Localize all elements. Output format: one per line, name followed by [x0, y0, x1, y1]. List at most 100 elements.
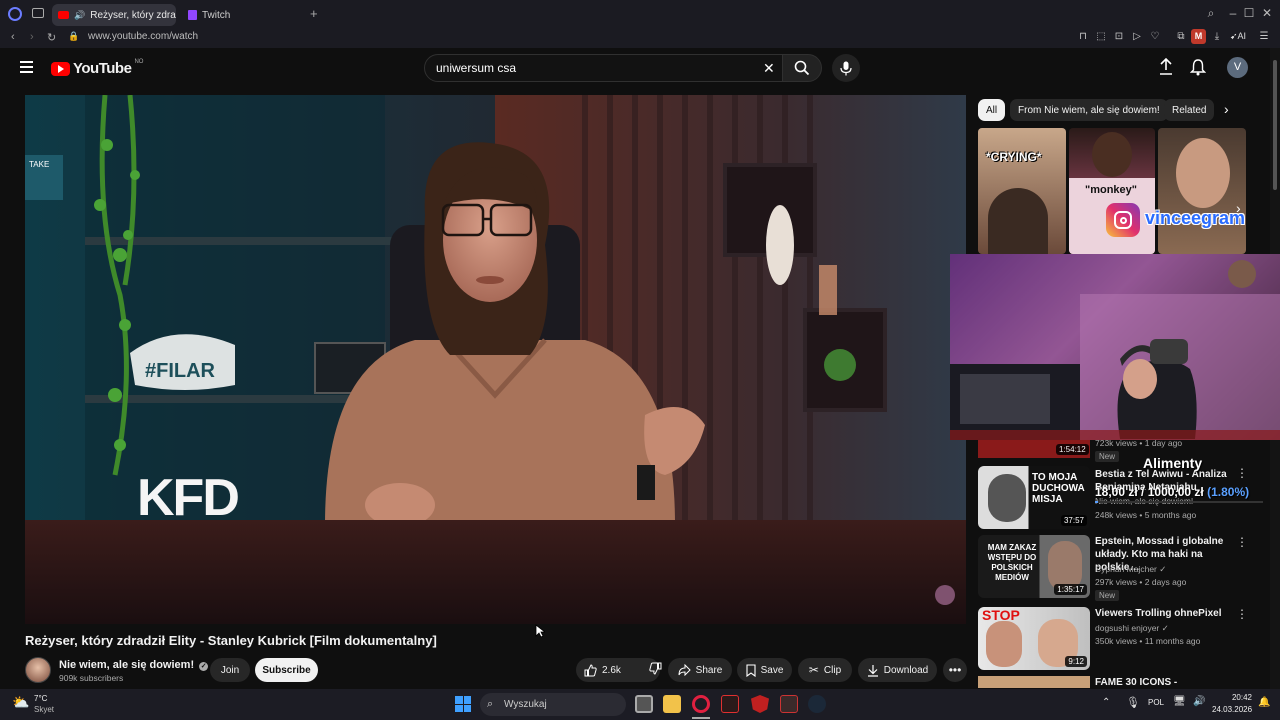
- hamburger-menu-icon[interactable]: [20, 61, 33, 73]
- notifications-bell-icon[interactable]: [1189, 58, 1207, 81]
- subscribe-button[interactable]: Subscribe: [255, 658, 318, 682]
- rec-meta: 350k views • 11 months ago: [1095, 636, 1201, 646]
- account-avatar[interactable]: V: [1227, 57, 1248, 78]
- overlay-panel-face: [1158, 128, 1246, 254]
- opera-gx-icon[interactable]: [692, 695, 710, 713]
- play-icon[interactable]: ▷: [1130, 31, 1144, 42]
- weather-icon[interactable]: ⛅: [12, 694, 29, 711]
- ai-label: AI: [1237, 31, 1247, 41]
- file-explorer-icon[interactable]: [663, 695, 681, 713]
- heart-icon[interactable]: ♡: [1148, 31, 1162, 42]
- logo-text: YouTube: [73, 60, 132, 77]
- upload-icon[interactable]: [1158, 57, 1174, 81]
- bookmark-icon: [746, 663, 756, 677]
- search-icon: [794, 60, 810, 76]
- thumbs-down-icon: [649, 662, 662, 675]
- new-tab-button[interactable]: +: [310, 6, 318, 21]
- tab-twitch[interactable]: Twitch: [182, 4, 302, 26]
- rec-meta: 723k views • 1 day ago: [1095, 438, 1183, 448]
- tab-island-icon[interactable]: [32, 8, 44, 18]
- reload-icon[interactable]: ↻: [47, 31, 56, 44]
- clip-button[interactable]: ✂ Clip: [798, 658, 852, 682]
- close-window-button[interactable]: ✕: [1258, 6, 1276, 20]
- clock-date[interactable]: 24.03.2026: [1212, 705, 1252, 714]
- speaker-icon[interactable]: 🔊: [74, 10, 85, 21]
- channel-avatar[interactable]: [25, 657, 51, 683]
- back-icon[interactable]: ‹: [11, 31, 15, 43]
- language-indicator[interactable]: POL: [1148, 698, 1164, 707]
- download-button[interactable]: Download: [858, 658, 937, 682]
- shield-app-icon[interactable]: [751, 695, 769, 713]
- join-button[interactable]: Join: [210, 658, 250, 682]
- network-icon[interactable]: 🖥: [1173, 696, 1186, 707]
- search-tabs-icon[interactable]: ⌕: [1202, 6, 1220, 21]
- rec-meta: 248k views • 5 months ago: [1095, 510, 1197, 520]
- face-figure: [986, 621, 1022, 667]
- rec-channel: Cyprian Majcher ✓: [1095, 564, 1166, 575]
- video-frame: #FILAR TAKE KFD: [25, 95, 966, 624]
- more-vertical-icon[interactable]: ⋮: [1236, 535, 1248, 549]
- maximize-button[interactable]: ☐: [1240, 6, 1258, 20]
- dislike-button[interactable]: [649, 662, 662, 678]
- recommendation-item[interactable]: FAME 30 ICONS -: [978, 676, 1268, 688]
- save-button[interactable]: Save: [737, 658, 792, 682]
- search-input[interactable]: uniwersum csa ✕: [424, 54, 784, 82]
- donation-current: 18,00 zł: [1095, 485, 1138, 499]
- download-icon[interactable]: ⤓: [1210, 31, 1224, 42]
- taskbar-search-box[interactable]: ⌕ Wyszukaj: [480, 693, 626, 716]
- volume-icon[interactable]: 🔊: [1193, 696, 1205, 707]
- snapshot-icon[interactable]: ⬚: [1094, 31, 1108, 42]
- chip-from-channel[interactable]: From Nie wiem, ale się dowiem!: [1010, 99, 1168, 121]
- chips-next-arrow-icon[interactable]: ›: [1224, 101, 1229, 117]
- ai-button[interactable]: ➹AI: [1230, 31, 1246, 42]
- opera-logo-icon[interactable]: [8, 7, 22, 21]
- chip-all[interactable]: All: [978, 99, 1006, 121]
- notification-center-icon[interactable]: 🔔: [1258, 697, 1270, 708]
- windows-taskbar: ⛅ 7°C Skyet ⌕ Wyszukaj ⌃ 🎙 POL 🖥 🔊 20:42…: [0, 689, 1280, 720]
- more-actions-button[interactable]: •••: [943, 658, 967, 682]
- steam-icon[interactable]: [808, 695, 826, 713]
- share-button[interactable]: Share: [668, 658, 732, 682]
- pin-icon[interactable]: ⊓: [1076, 31, 1090, 42]
- cap-text: #FILAR: [145, 360, 216, 382]
- youtube-logo[interactable]: YouTube NO: [51, 59, 143, 77]
- carousel-next-icon[interactable]: ›: [1236, 200, 1241, 216]
- rec-channel: dogsushi enjoyer ✓: [1095, 623, 1169, 634]
- menu-icon[interactable]: ☰: [1257, 31, 1271, 42]
- tray-overflow-icon[interactable]: ⌃: [1102, 697, 1110, 708]
- address-bar: ‹ › ↻ 🔒 www.youtube.com/watch ⊓ ⬚ ⊡ ▷ ♡ …: [0, 28, 1280, 48]
- url-field[interactable]: www.youtube.com/watch: [88, 31, 198, 42]
- rec-duration: 9:12: [1065, 656, 1087, 667]
- ai-arrow-icon: ➹: [1230, 31, 1238, 41]
- video-popout-icon[interactable]: ⊡: [1112, 31, 1126, 42]
- recommendation-item[interactable]: STOP 9:12 Viewers Trolling ohnePixel dog…: [978, 607, 1268, 670]
- weather-temp[interactable]: 7°C: [34, 694, 47, 703]
- channel-name[interactable]: Nie wiem, ale się dowiem! ✓: [59, 659, 209, 671]
- lock-icon[interactable]: 🔒: [68, 31, 79, 42]
- task-view-icon[interactable]: [635, 695, 653, 713]
- extensions-icon[interactable]: ⧉: [1174, 31, 1188, 42]
- channel-watermark-icon[interactable]: [935, 585, 955, 605]
- youtube-header: YouTube NO uniwersum csa ✕ V: [0, 48, 1270, 88]
- chip-related[interactable]: Related: [1164, 99, 1214, 121]
- thumb-text: TO MOJA DUCHOWA MISJA: [1032, 472, 1085, 505]
- windows-start-icon[interactable]: [455, 696, 471, 712]
- recommendation-item[interactable]: MAM ZAKAZ WSTĘPU DO POLSKICH MEDIÓW 1:35…: [978, 535, 1268, 601]
- voicemeeter-icon[interactable]: [780, 695, 798, 713]
- scrollbar-thumb[interactable]: [1273, 60, 1277, 190]
- search-button[interactable]: [782, 54, 822, 82]
- more-vertical-icon[interactable]: ⋮: [1236, 607, 1248, 621]
- tray-mic-icon[interactable]: 🎙: [1126, 696, 1140, 709]
- forward-icon[interactable]: ›: [30, 31, 34, 43]
- app-icon-red[interactable]: [721, 695, 739, 713]
- rec-thumbnail: STOP 9:12: [978, 607, 1090, 670]
- like-button[interactable]: 2.6k: [584, 663, 621, 677]
- voice-search-button[interactable]: [832, 54, 860, 82]
- profile-m-icon[interactable]: M: [1191, 29, 1206, 44]
- clear-search-icon[interactable]: ✕: [763, 55, 775, 82]
- search-value: uniwersum csa: [436, 61, 517, 75]
- clock-time[interactable]: 20:42: [1220, 693, 1252, 702]
- face-figure: [988, 474, 1026, 522]
- tab-youtube[interactable]: 🔊 Reżyser, który zdradził: [52, 4, 176, 26]
- video-player[interactable]: #FILAR TAKE KFD: [25, 95, 966, 624]
